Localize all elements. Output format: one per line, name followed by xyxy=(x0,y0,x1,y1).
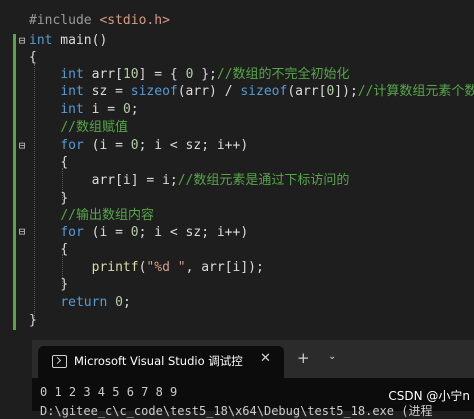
console-tab-bar: Microsoft Visual Studio 调试控 ✕ + ⌄ xyxy=(32,340,474,378)
code-line-include: #include <stdio.h> xyxy=(29,13,170,28)
fold-toggle-icon[interactable]: ⊟ xyxy=(17,140,27,151)
code-line-brace: } xyxy=(29,313,37,328)
code-line-assign: arr[i] = i;//数组元素是通过下标访问的 xyxy=(91,173,350,188)
console-tab-title: Microsoft Visual Studio 调试控 xyxy=(74,354,243,368)
new-tab-button[interactable]: + xyxy=(297,349,310,367)
code-editor[interactable]: ⊟ ⊟ ⊟ #include <stdio.h> int main() { in… xyxy=(0,0,474,340)
chevron-down-icon[interactable]: ⌄ xyxy=(328,351,336,362)
fold-toggle-icon[interactable]: ⊟ xyxy=(17,35,27,46)
fold-toggle-icon[interactable]: ⊟ xyxy=(17,226,27,237)
code-line-main: int main() xyxy=(29,33,108,48)
console-output-line: 0 1 2 3 4 5 6 7 8 9 xyxy=(40,385,178,399)
terminal-icon xyxy=(52,355,67,368)
code-line-return: return 0; xyxy=(60,295,131,310)
close-icon[interactable]: ✕ xyxy=(260,351,271,366)
console-tab[interactable]: Microsoft Visual Studio 调试控 ✕ xyxy=(38,346,284,378)
watermark-text: CSDN @小宁n xyxy=(388,389,470,403)
change-indicator-bar xyxy=(13,34,16,330)
